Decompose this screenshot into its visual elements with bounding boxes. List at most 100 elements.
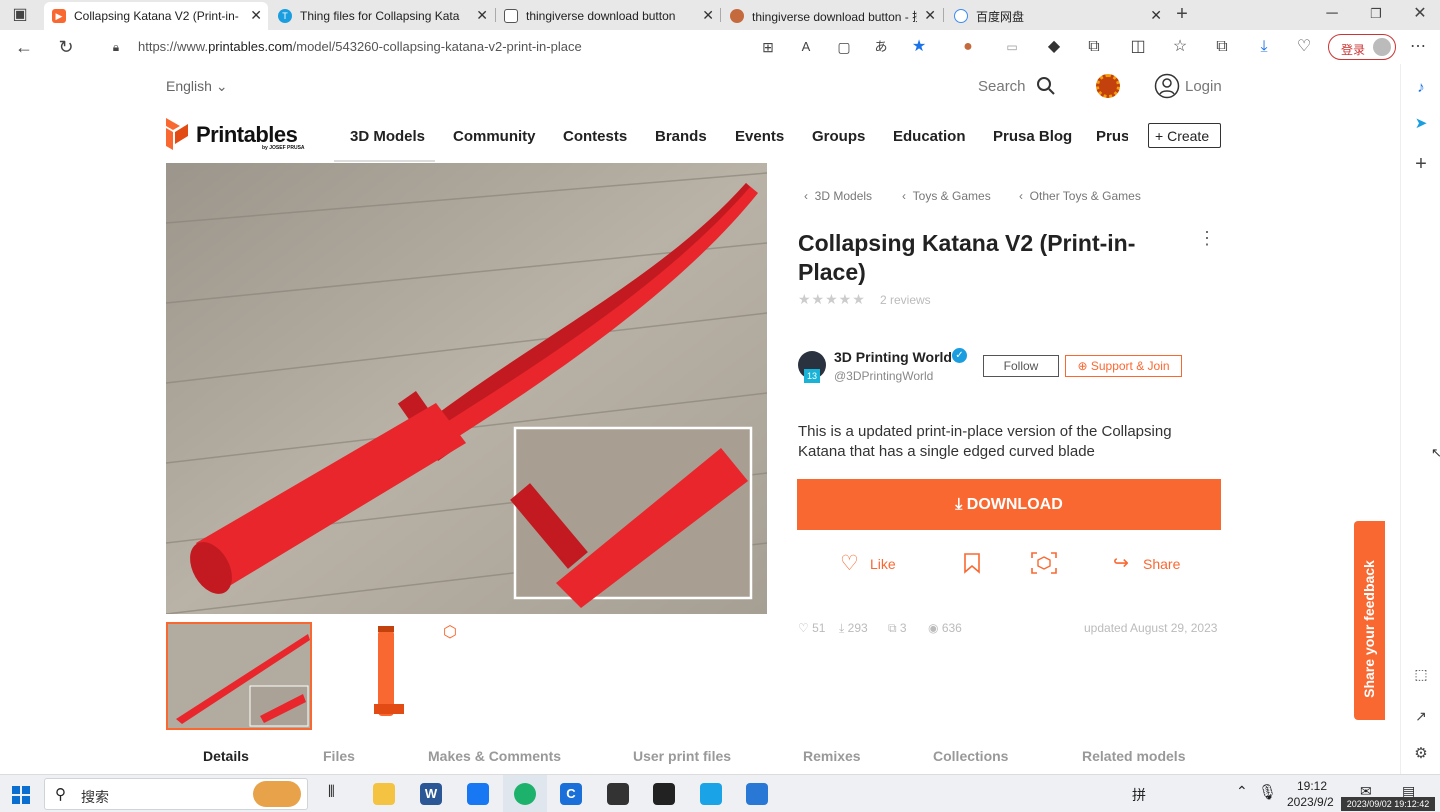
tab-search[interactable]: thingiverse download button - 搜 ✕: [722, 2, 942, 30]
thumbnail-photo[interactable]: [166, 622, 312, 730]
app-c-icon[interactable]: C: [560, 783, 582, 805]
reviews-link[interactable]: 2 reviews: [880, 293, 931, 307]
file-explorer-icon[interactable]: [373, 783, 395, 805]
read-aloud-icon[interactable]: A: [794, 35, 818, 59]
3d-viewer-icon[interactable]: ⬡: [443, 622, 457, 642]
more-options-icon[interactable]: ⋮: [1198, 228, 1216, 249]
collections-icon[interactable]: ⧉: [1210, 35, 1234, 59]
favorite-star-icon[interactable]: ★: [907, 35, 931, 59]
close-tab-icon[interactable]: ✕: [924, 7, 936, 24]
app-icon[interactable]: [653, 783, 675, 805]
download-button[interactable]: ⤓ DOWNLOAD: [797, 479, 1221, 530]
extension-icon[interactable]: ◆: [1042, 35, 1066, 59]
edge-icon[interactable]: [514, 783, 536, 805]
like-button[interactable]: Like: [870, 556, 896, 572]
nav-3d-models[interactable]: 3D Models: [350, 128, 425, 145]
tab-details[interactable]: Details: [203, 748, 249, 764]
model-main-image[interactable]: [166, 163, 767, 614]
notification-bell-icon[interactable]: ♪: [1409, 76, 1433, 100]
clock-time[interactable]: 19:12: [1297, 779, 1327, 793]
more-icon[interactable]: ⋯: [1406, 35, 1430, 59]
nav-groups[interactable]: Groups: [812, 128, 865, 145]
translate-icon[interactable]: あ: [869, 35, 893, 59]
back-icon[interactable]: ←: [12, 35, 36, 59]
nav-contests[interactable]: Contests: [563, 128, 627, 145]
tab-remixes[interactable]: Remixes: [803, 748, 861, 764]
nav-prusa[interactable]: Prusa: [1096, 128, 1128, 145]
share-icon[interactable]: ↪: [1113, 552, 1129, 575]
thumbnail-render[interactable]: [370, 624, 414, 729]
share-button[interactable]: Share: [1143, 556, 1180, 572]
task-view-icon[interactable]: ⫴: [328, 784, 335, 802]
nav-education[interactable]: Education: [893, 128, 966, 145]
profile-login-button[interactable]: 登录: [1328, 34, 1396, 60]
close-window-icon[interactable]: ✕: [1408, 2, 1432, 26]
tab-thing-files[interactable]: T Thing files for Collapsing Katana ✕: [270, 2, 494, 30]
minimize-icon[interactable]: ─: [1320, 2, 1344, 26]
close-tab-icon[interactable]: ✕: [250, 7, 262, 24]
download-icon[interactable]: ⤓: [1252, 35, 1276, 59]
immersive-reader-icon[interactable]: ▢: [832, 35, 856, 59]
extensions-icon[interactable]: ⧉: [1082, 35, 1106, 59]
photos-icon[interactable]: [467, 783, 489, 805]
breadcrumb-other-toys[interactable]: ‹ Other Toys & Games: [1019, 189, 1141, 203]
printables-logo[interactable]: [166, 118, 188, 155]
tab-thingiverse-download[interactable]: thingiverse download button ✕: [496, 2, 720, 30]
nav-events[interactable]: Events: [735, 128, 784, 145]
windows-start-icon[interactable]: [12, 786, 30, 809]
close-tab-icon[interactable]: ✕: [476, 7, 488, 24]
app-icon[interactable]: [746, 783, 768, 805]
restore-icon[interactable]: ❐: [1364, 2, 1388, 26]
taskbar-search-box[interactable]: ⚲ 搜索: [44, 778, 308, 810]
clock-date[interactable]: 2023/9/2: [1287, 795, 1334, 809]
search-icon[interactable]: [1036, 76, 1056, 101]
follow-button[interactable]: Follow: [983, 355, 1059, 377]
support-join-button[interactable]: ⊕ Support & Join: [1065, 355, 1182, 377]
remote-desktop-icon[interactable]: [700, 783, 722, 805]
close-tab-icon[interactable]: ✕: [702, 7, 714, 24]
health-icon[interactable]: ♡: [1292, 35, 1316, 59]
tab-baidu[interactable]: 百度网盘 ✕: [946, 2, 1168, 30]
tab-collections[interactable]: Collections: [933, 748, 1008, 764]
ime-indicator[interactable]: 拼: [1132, 785, 1146, 805]
close-tab-icon[interactable]: ✕: [1150, 7, 1162, 24]
breadcrumb-toys-games[interactable]: ‹ Toys & Games: [902, 189, 991, 203]
screenshot-icon[interactable]: ⬚: [1409, 662, 1433, 686]
microphone-icon[interactable]: 🎙︎: [1258, 783, 1277, 801]
open-external-icon[interactable]: ↗: [1409, 704, 1433, 728]
app-icon[interactable]: [607, 783, 629, 805]
split-screen-icon[interactable]: ◫: [1126, 35, 1150, 59]
telegram-icon[interactable]: ➤: [1409, 112, 1433, 136]
nav-brands[interactable]: Brands: [655, 128, 707, 145]
tab-files[interactable]: Files: [323, 748, 355, 764]
extension-icon[interactable]: ▭: [1000, 35, 1024, 59]
bookmark-icon[interactable]: [962, 552, 982, 579]
lock-icon[interactable]: 🔒︎: [104, 35, 128, 59]
tab-makes-comments[interactable]: Makes & Comments: [428, 748, 561, 764]
nav-prusa-blog[interactable]: Prusa Blog: [993, 128, 1072, 145]
search-link[interactable]: Search: [978, 78, 1026, 95]
tab-related-models[interactable]: Related models: [1082, 748, 1185, 764]
ar-view-icon[interactable]: [1030, 551, 1058, 580]
refresh-icon[interactable]: ↻: [54, 35, 78, 59]
login-link[interactable]: Login: [1185, 78, 1222, 95]
tab-printables[interactable]: ▶ Collapsing Katana V2 (Print-in-Pl ✕: [44, 2, 268, 30]
feedback-button[interactable]: Share your feedback: [1354, 521, 1385, 720]
favorites-icon[interactable]: ☆: [1168, 35, 1192, 59]
show-hidden-icons[interactable]: ⌃: [1236, 783, 1248, 800]
prusameter-icon[interactable]: [1096, 74, 1120, 98]
author-name[interactable]: 3D Printing World: [834, 349, 952, 365]
url-field[interactable]: https://www.printables.com/model/543260-…: [138, 39, 582, 54]
new-tab-icon[interactable]: +: [1170, 2, 1194, 26]
tab-actions-icon[interactable]: ▣: [8, 3, 32, 27]
settings-gear-icon[interactable]: ⚙: [1409, 742, 1433, 766]
extension-icon[interactable]: ●: [956, 35, 980, 59]
nav-community[interactable]: Community: [453, 128, 536, 145]
user-icon[interactable]: [1154, 73, 1180, 104]
apps-icon[interactable]: ⊞: [756, 35, 780, 59]
create-button[interactable]: + Create: [1148, 123, 1221, 148]
breadcrumb-3d-models[interactable]: ‹ 3D Models: [804, 189, 872, 203]
word-icon[interactable]: W: [420, 783, 442, 805]
add-sidebar-icon[interactable]: +: [1409, 152, 1433, 176]
like-heart-icon[interactable]: ♡: [840, 551, 859, 576]
